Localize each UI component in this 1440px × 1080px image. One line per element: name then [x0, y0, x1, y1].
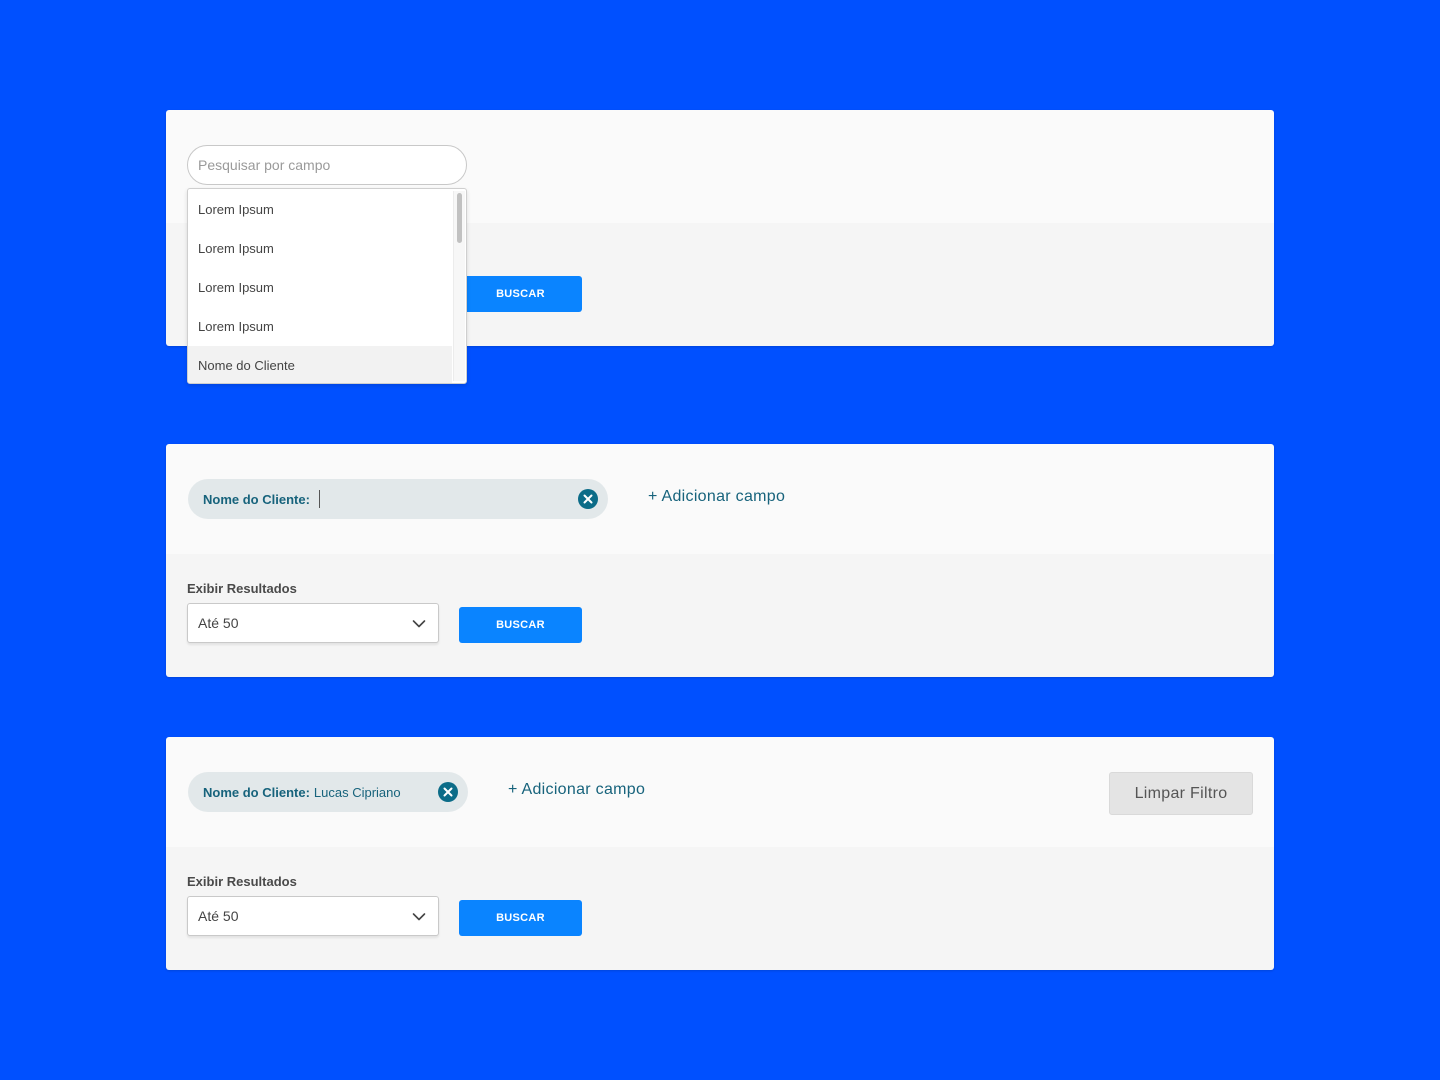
chevron-down-icon [412, 617, 426, 636]
dropdown-option[interactable]: Lorem Ipsum [188, 190, 452, 229]
dropdown-scrollbar[interactable] [453, 191, 465, 381]
buscar-button[interactable]: BUSCAR [459, 276, 582, 312]
add-field-link[interactable]: + Adicionar campo [508, 781, 645, 799]
text-cursor [318, 490, 320, 508]
filter-panel-top: Lorem Ipsum Lorem Ipsum Lorem Ipsum Lore… [166, 110, 1274, 384]
filter-panel-bottom: Exibir Resultados Até 50 BUSCAR [166, 847, 1274, 970]
results-select-value: Até 50 [198, 615, 239, 631]
chip-value: Lucas Cipriano [313, 784, 401, 800]
results-label: Exibir Resultados [187, 581, 297, 596]
results-select[interactable]: Até 50 [187, 896, 439, 936]
dropdown-option-nome-do-cliente[interactable]: Nome do Cliente [188, 346, 452, 383]
filter-panel-search: Lorem Ipsum Lorem Ipsum Lorem Ipsum Lore… [166, 110, 1274, 384]
chevron-down-icon [412, 910, 426, 929]
clear-filter-button[interactable]: Limpar Filtro [1109, 772, 1253, 815]
field-dropdown-list[interactable]: Lorem Ipsum Lorem Ipsum Lorem Ipsum Lore… [187, 188, 467, 384]
dropdown-option[interactable]: Lorem Ipsum [188, 307, 452, 346]
filter-panel-editing: Nome do Cliente: + Adicionar campo Exibi… [166, 444, 1274, 677]
filter-panel-applied: Nome do Cliente: Lucas Cipriano + Adicio… [166, 737, 1274, 970]
results-label: Exibir Resultados [187, 874, 297, 889]
results-select-value: Até 50 [198, 908, 239, 924]
dropdown-option[interactable]: Lorem Ipsum [188, 268, 452, 307]
buscar-button[interactable]: BUSCAR [459, 607, 582, 643]
filter-panel-bottom: Exibir Resultados Até 50 BUSCAR [166, 554, 1274, 677]
chip-label: Nome do Cliente: [203, 491, 310, 507]
filter-chip-nome-do-cliente[interactable]: Nome do Cliente: Lucas Cipriano [188, 772, 468, 812]
chip-label: Nome do Cliente: [203, 784, 310, 800]
results-select[interactable]: Até 50 [187, 603, 439, 643]
add-field-link[interactable]: + Adicionar campo [648, 488, 785, 506]
filter-chip-nome-do-cliente[interactable]: Nome do Cliente: [188, 479, 608, 519]
filter-panel-top: Nome do Cliente: Lucas Cipriano + Adicio… [166, 737, 1274, 847]
close-circle-icon[interactable] [578, 489, 598, 509]
buscar-button[interactable]: BUSCAR [459, 900, 582, 936]
search-field-input[interactable] [187, 145, 467, 185]
close-circle-icon[interactable] [438, 782, 458, 802]
dropdown-scroll-thumb[interactable] [457, 193, 462, 243]
filter-panel-top: Nome do Cliente: + Adicionar campo [166, 444, 1274, 554]
dropdown-option[interactable]: Lorem Ipsum [188, 229, 452, 268]
